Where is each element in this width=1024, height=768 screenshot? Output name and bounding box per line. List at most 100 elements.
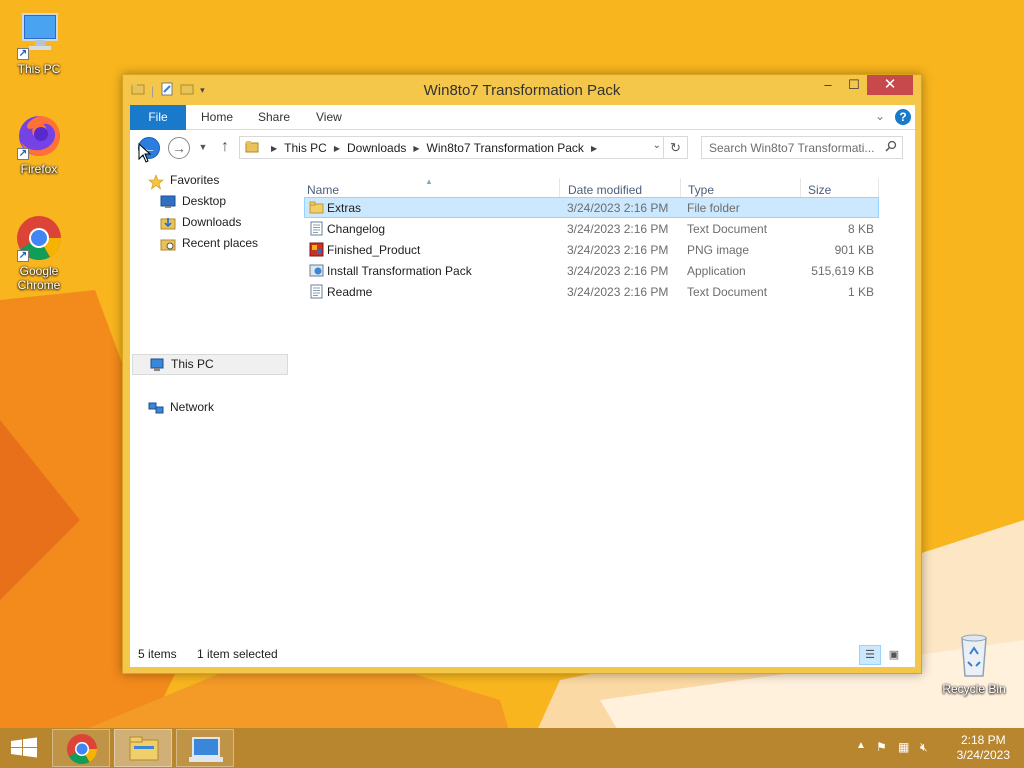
nav-recent-places[interactable]: Recent places <box>160 233 258 254</box>
nav-network[interactable]: Network <box>148 397 214 418</box>
file-date: 3/24/2023 2:16 PM <box>567 201 669 215</box>
taskbar-control-panel-button[interactable] <box>176 729 234 767</box>
nav-desktop-label: Desktop <box>182 194 227 208</box>
network-status-icon[interactable]: ▦ <box>898 740 909 754</box>
system-tray: ▲ ⚑ ▦ 🔇︎ 2:18 PM 3/24/2023 <box>844 728 1024 768</box>
taskbar-file-explorer-button[interactable] <box>114 729 172 767</box>
search-icon[interactable] <box>885 140 897 155</box>
column-header-label: Type <box>688 183 715 197</box>
downloads-folder-icon <box>160 216 176 230</box>
taskbar-chrome-button[interactable] <box>52 729 110 767</box>
recent-places-icon <box>160 237 176 251</box>
volume-muted-icon[interactable]: 🔇︎ <box>920 740 928 755</box>
refresh-button[interactable]: ↻ <box>663 137 687 158</box>
nav-downloads-label: Downloads <box>182 215 242 229</box>
shortcut-arrow-icon: ↗ <box>17 250 29 262</box>
clock-date: 3/24/2023 <box>956 748 1010 762</box>
window-title: Win8to7 Transformation Pack <box>423 82 621 99</box>
details-view-button[interactable]: ☰ <box>859 645 881 665</box>
file-size: 901 KB <box>834 243 874 257</box>
application-icon <box>309 263 324 278</box>
file-name: Install Transformation Pack <box>327 264 472 278</box>
column-header-label: Date modified <box>568 183 643 197</box>
desktop-icon-google-chrome[interactable]: ↗ Google Chrome <box>1 214 77 292</box>
file-explorer-icon <box>129 736 159 761</box>
start-button[interactable] <box>0 728 48 768</box>
action-center-flag-icon[interactable]: ⚑ <box>876 740 887 754</box>
navigation-bar: ← → ▼ ↑ ▶ This PC ▶ Downloads ▶ Win8to7 … <box>130 130 915 166</box>
recent-locations-button[interactable]: ▼ <box>192 137 214 159</box>
chevron-right-icon[interactable]: ▶ <box>271 144 277 153</box>
column-header-label: Size <box>808 183 832 197</box>
nav-recent-places-label: Recent places <box>182 236 259 250</box>
desktop-icon-label: Recycle Bin <box>942 682 1006 696</box>
recycle-bin-icon <box>950 632 998 680</box>
mouse-cursor-icon <box>138 143 152 163</box>
clock[interactable]: 2:18 PM 3/24/2023 <box>957 733 1010 763</box>
desktop-icon-label: This PC <box>17 62 61 76</box>
up-button[interactable]: ↑ <box>214 137 236 159</box>
search-box[interactable] <box>701 136 903 159</box>
folder-icon <box>309 200 324 215</box>
nav-this-pc-label: This PC <box>171 357 214 371</box>
tab-share[interactable]: Share <box>258 105 290 130</box>
item-count: 5 items <box>138 647 177 661</box>
chevron-right-icon[interactable]: ▶ <box>591 144 597 153</box>
folder-icon <box>245 140 259 157</box>
file-row[interactable]: Readme 3/24/2023 2:16 PM Text Document 1… <box>304 281 879 302</box>
expand-ribbon-icon[interactable]: ⌄ <box>875 109 885 123</box>
show-hidden-icons-icon[interactable]: ▲ <box>856 740 866 751</box>
maximize-button[interactable]: ☐ <box>841 75 867 95</box>
desktop-icon-this-pc[interactable]: ↗ This PC <box>1 12 77 76</box>
nav-favorites[interactable]: Favorites <box>148 170 219 191</box>
nav-network-label: Network <box>170 400 215 414</box>
nav-downloads[interactable]: Downloads <box>160 212 241 233</box>
file-row[interactable]: Finished_Product 3/24/2023 2:16 PM PNG i… <box>304 239 879 260</box>
search-input[interactable] <box>702 137 874 158</box>
title-bar[interactable]: | ▾ Win8to7 Transformation Pack – ☐ ✕ <box>123 75 921 105</box>
file-type: Text Document <box>687 285 768 299</box>
forward-button[interactable]: → <box>168 137 190 159</box>
computer-icon: ↗ <box>15 12 63 60</box>
breadcrumb: ▶ This PC ▶ Downloads ▶ Win8to7 Transfor… <box>264 141 604 155</box>
file-name: Readme <box>327 285 373 299</box>
close-button[interactable]: ✕ <box>867 75 913 95</box>
file-row[interactable]: Extras 3/24/2023 2:16 PM File folder <box>304 197 879 218</box>
file-type: PNG image <box>687 243 750 257</box>
nav-favorites-label: Favorites <box>170 173 220 187</box>
desktop-icon-label: Google Chrome <box>17 264 61 292</box>
address-bar[interactable]: ▶ This PC ▶ Downloads ▶ Win8to7 Transfor… <box>239 136 688 159</box>
chrome-icon <box>67 734 97 765</box>
window-controls: – ☐ ✕ <box>815 75 913 95</box>
file-date: 3/24/2023 2:16 PM <box>567 243 669 257</box>
chrome-icon: ↗ <box>15 214 63 262</box>
image-icon <box>309 242 324 257</box>
desktop-icon <box>160 195 176 209</box>
file-name: Finished_Product <box>327 243 421 257</box>
file-row[interactable]: Install Transformation Pack 3/24/2023 2:… <box>304 260 879 281</box>
chevron-down-icon[interactable]: ⌄ <box>653 140 661 151</box>
minimize-button[interactable]: – <box>815 75 841 95</box>
nav-this-pc[interactable]: This PC <box>132 354 288 375</box>
text-document-icon <box>309 284 324 299</box>
breadcrumb-downloads[interactable]: Downloads <box>347 141 406 155</box>
control-panel-icon <box>189 737 223 762</box>
file-type: Application <box>687 264 746 278</box>
breadcrumb-current-folder[interactable]: Win8to7 Transformation Pack <box>427 141 584 155</box>
navigation-pane: Favorites Desktop Downloads Recent place… <box>130 166 290 639</box>
desktop-icon-firefox[interactable]: ↗ Firefox <box>1 112 77 176</box>
help-button[interactable]: ? <box>895 109 911 125</box>
file-row[interactable]: Changelog 3/24/2023 2:16 PM Text Documen… <box>304 218 879 239</box>
tab-file[interactable]: File <box>130 105 186 130</box>
tab-home[interactable]: Home <box>201 105 233 130</box>
column-header-label: Name <box>307 183 340 197</box>
chevron-right-icon[interactable]: ▶ <box>413 144 419 153</box>
chevron-right-icon[interactable]: ▶ <box>334 144 340 153</box>
desktop-icon-recycle-bin[interactable]: Recycle Bin <box>936 632 1012 696</box>
sort-ascending-icon: ▲ <box>425 177 433 186</box>
nav-desktop[interactable]: Desktop <box>160 191 226 212</box>
tab-view[interactable]: View <box>316 105 342 130</box>
large-icons-view-button[interactable]: ▣ <box>883 645 905 665</box>
breadcrumb-this-pc[interactable]: This PC <box>284 141 327 155</box>
file-type: File folder <box>687 201 740 215</box>
